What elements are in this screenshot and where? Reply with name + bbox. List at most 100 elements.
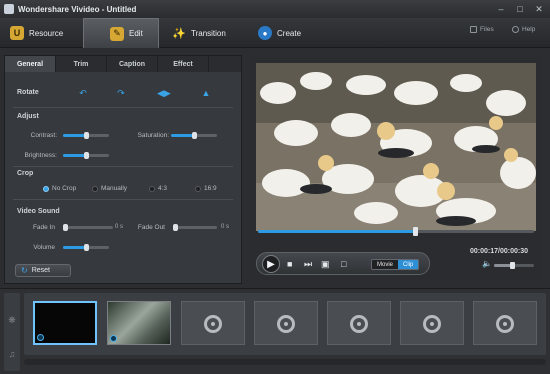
adjust-label: Adjust [17,113,39,120]
volume-slider[interactable] [63,244,109,251]
tab-general[interactable]: General [5,56,56,72]
empty-clip-slot[interactable] [181,301,245,345]
video-track-icon[interactable]: ❋ [7,315,17,326]
flip-horizontal-icon[interactable]: ◀▶ [157,89,171,98]
divider [13,107,233,108]
tab-edit[interactable]: ✎ Edit [83,18,159,48]
app-icon [4,4,14,14]
fullscreen-icon[interactable]: □ [341,260,346,269]
empty-clip-slot[interactable] [400,301,464,345]
divider [13,166,233,167]
saturation-slider-fill [171,134,194,137]
tab-effect[interactable]: Effect [158,56,209,72]
brightness-slider[interactable] [63,152,109,159]
clip-mode-button[interactable]: Clip [398,260,419,269]
rotate-right-icon[interactable]: ↷ [115,89,127,98]
fade-in-value: 0 s [115,224,124,230]
tab-resource-label: Resource [29,28,64,38]
seek-bar-knob[interactable] [412,227,418,236]
resource-icon: U [10,26,24,40]
movie-mode-button[interactable]: Movie [372,260,399,269]
divider [13,199,233,200]
stop-icon[interactable]: ■ [287,260,292,269]
minimize-icon[interactable]: – [496,3,506,15]
help-label: Help [522,26,536,33]
files-label: Files [480,26,494,33]
maximize-icon[interactable]: □ [515,3,525,15]
title-bar: Wondershare Vivideo - Untitled – □ ✕ [0,0,550,18]
fade-out-slider[interactable] [173,224,217,231]
storyboard-scrollbar[interactable] [24,359,546,365]
tab-transition[interactable]: ✨ Transition [172,18,242,48]
tab-trim[interactable]: Trim [56,56,107,72]
next-frame-icon[interactable]: ⏭ [304,260,312,269]
music-track-icon[interactable]: ♫ [7,349,17,359]
film-reel-icon [204,315,222,333]
help-button[interactable]: Help [512,26,535,33]
tab-resource[interactable]: U Resource [10,18,80,48]
edit-icon: ✎ [110,26,124,41]
mode-toggle: Movie Clip [371,259,420,270]
fade-in-slider[interactable] [63,224,113,231]
empty-clip-slot[interactable] [473,301,537,345]
brightness-slider-fill [63,154,86,157]
fade-in-slider-knob[interactable] [63,224,68,231]
empty-clip-slot[interactable] [254,301,318,345]
fade-out-value: 0 s [221,224,230,230]
clip-slot[interactable] [107,301,171,345]
rotate-left-icon[interactable]: ↶ [77,89,89,98]
player-volume-slider[interactable] [494,262,534,269]
radio-dot [149,185,155,192]
edit-tabs: General Trim Caption Effect [5,56,241,72]
close-icon[interactable]: ✕ [534,3,544,15]
clip-badge-icon [110,335,117,342]
clip-slot[interactable] [33,301,97,345]
fade-out-label: Fade Out [137,224,165,231]
video-preview [256,63,536,231]
crop-option-16-9[interactable]: 16:9 [195,185,217,192]
reset-button[interactable]: ↻ Reset [15,264,71,277]
seek-bar[interactable] [258,227,534,236]
crop-option-4-3[interactable]: 4:3 [149,185,167,192]
player-volume-knob[interactable] [509,262,515,269]
fade-out-slider-knob[interactable] [173,224,178,231]
timecode: 00:00:17/00:00:30 [470,248,528,255]
empty-clip-slot[interactable] [327,301,391,345]
window-title: Wondershare Vivideo - Untitled [18,4,137,14]
crop-option-label: No Crop [52,185,77,192]
contrast-slider-fill [63,134,86,137]
storyboard: ❋ ♫ [0,288,550,374]
tab-create[interactable]: ● Create [258,18,318,48]
files-button[interactable]: Files [470,26,494,33]
tab-transition-label: Transition [191,28,226,38]
rotate-label: Rotate [17,89,39,96]
play-button[interactable]: ▶ [262,255,280,273]
speaker-icon[interactable]: 🔈 [482,259,492,268]
playback-controls: ▶ ■ ⏭ ▣ □ Movie Clip [256,252,430,275]
brightness-slider-knob[interactable] [83,152,89,159]
crop-option-label: 4:3 [158,185,168,192]
crop-option-no-crop[interactable]: No Crop [43,185,76,192]
edit-panel: General Trim Caption Effect Rotate ↶ ↷ ◀… [4,55,242,284]
flip-vertical-icon[interactable]: ▲ [200,89,212,98]
window-controls: – □ ✕ [496,3,544,15]
volume-slider-knob[interactable] [83,244,89,251]
saturation-slider[interactable] [171,132,217,139]
crop-label: Crop [17,170,34,177]
contrast-slider[interactable] [63,132,109,139]
help-icon [512,26,519,33]
tab-edit-label: Edit [129,29,143,38]
video-sound-label: Video Sound [17,208,60,215]
film-reel-icon [496,315,514,333]
camera-icon[interactable]: ▣ [321,260,330,269]
volume-label: Volume [33,244,55,251]
saturation-slider-knob[interactable] [191,132,197,139]
reset-label: Reset [31,267,50,274]
volume-slider-fill [63,246,86,249]
contrast-slider-knob[interactable] [83,132,89,139]
crop-option-label: Manually [101,185,128,192]
fade-in-label: Fade In [32,224,55,231]
crop-option-manually[interactable]: Manually [92,185,127,192]
contrast-label: Contrast: [30,132,57,139]
tab-caption[interactable]: Caption [107,56,158,72]
